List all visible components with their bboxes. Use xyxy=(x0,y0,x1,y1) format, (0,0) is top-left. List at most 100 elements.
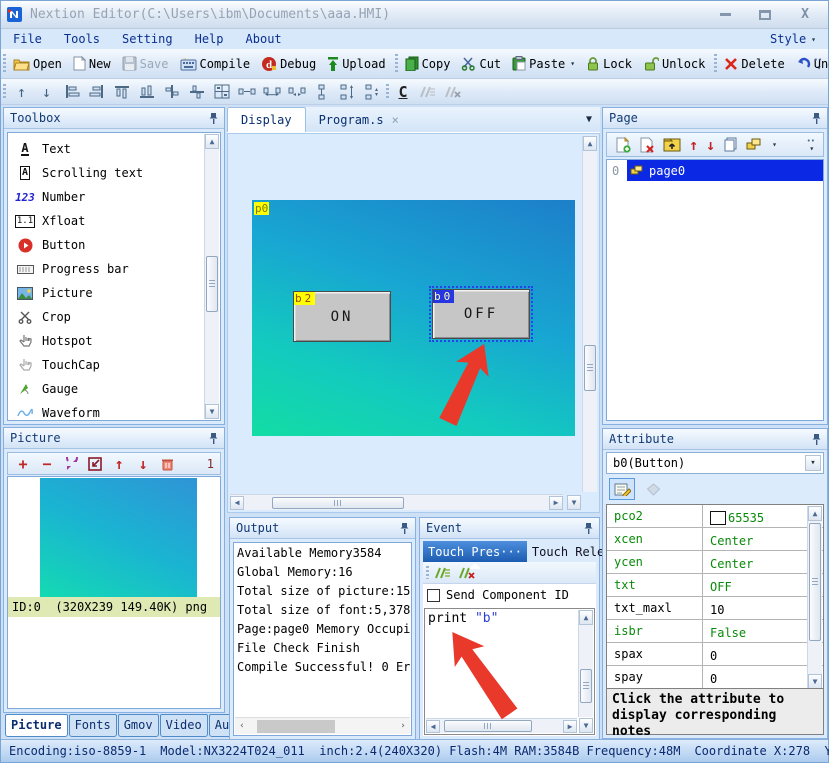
pin-icon[interactable] xyxy=(400,522,409,535)
import-page-button[interactable] xyxy=(663,137,681,152)
add-page-button[interactable] xyxy=(615,137,631,153)
scroll-down-icon[interactable]: ▼ xyxy=(567,495,581,510)
tab-video[interactable]: Video xyxy=(160,714,208,737)
pin-icon[interactable] xyxy=(584,522,593,535)
events-view-button[interactable] xyxy=(641,478,665,500)
unlock-button[interactable]: Unlock xyxy=(639,54,712,73)
debug-button[interactable]: d Debug xyxy=(257,54,323,74)
page-item-selected[interactable]: page0 xyxy=(627,160,823,181)
h-spacing-equal-button[interactable] xyxy=(234,81,259,103)
delete-page-button[interactable] xyxy=(639,137,655,153)
component-tools-button[interactable] xyxy=(746,138,762,151)
close-button[interactable]: X xyxy=(788,6,822,24)
canvas-hscrollbar[interactable]: ◀ ▶ xyxy=(230,494,563,510)
delete-button[interactable]: Delete xyxy=(720,55,791,73)
h-spacing-increase-button[interactable] xyxy=(259,81,284,103)
toolbox-item-gauge[interactable]: Gauge xyxy=(8,377,220,401)
toolbar-overflow-button[interactable]: ••▾ xyxy=(812,51,824,77)
h-spacing-decrease-button[interactable] xyxy=(284,81,309,103)
maximize-button[interactable] xyxy=(748,6,782,24)
toolbox-item-xfloat[interactable]: 1.1Xfloat xyxy=(8,209,220,233)
paste-caret-icon[interactable]: ▾ xyxy=(570,59,575,68)
page-toolbar-overflow[interactable]: ••▾ xyxy=(807,138,815,152)
refresh-picture-button[interactable] xyxy=(60,454,82,474)
scroll-down-icon[interactable]: ▼ xyxy=(205,404,219,419)
pin-icon[interactable] xyxy=(209,112,218,125)
scroll-left-icon[interactable]: ◀ xyxy=(426,720,440,733)
attr-row-spay[interactable]: spay0 xyxy=(607,666,823,689)
send-back-button[interactable]: ↓ xyxy=(34,81,59,103)
replace-picture-button[interactable] xyxy=(84,454,106,474)
scroll-thumb[interactable] xyxy=(444,720,532,732)
close-tab-icon[interactable]: × xyxy=(392,113,399,127)
center-vertical-button[interactable] xyxy=(184,81,209,103)
v-spacing-equal-button[interactable] xyxy=(309,81,334,103)
picture-thumbnail[interactable] xyxy=(40,478,197,597)
menu-about[interactable]: About xyxy=(246,32,294,46)
move-down-picture-button[interactable]: ↓ xyxy=(132,454,154,474)
c-syntax-button[interactable]: C xyxy=(392,81,414,103)
style-menu[interactable]: Style ▾ xyxy=(770,32,816,46)
v-spacing-decrease-button[interactable] xyxy=(359,81,384,103)
remove-picture-button[interactable]: − xyxy=(36,454,58,474)
delete-all-pictures-button[interactable] xyxy=(156,454,178,474)
new-button[interactable]: New xyxy=(69,54,118,73)
minimize-button[interactable] xyxy=(708,6,742,24)
output-hscrollbar[interactable]: ‹ › xyxy=(235,717,410,734)
scroll-up-icon[interactable]: ▲ xyxy=(808,506,822,521)
add-comment-button[interactable] xyxy=(414,81,439,103)
selector-caret-icon[interactable]: ▾ xyxy=(805,455,821,471)
menu-file[interactable]: File xyxy=(13,32,54,46)
scroll-right-icon[interactable]: › xyxy=(396,721,410,731)
copy-button[interactable]: Copy xyxy=(401,54,458,73)
move-page-up-button[interactable]: ↑ xyxy=(689,136,698,154)
compile-button[interactable]: Compile xyxy=(176,55,258,73)
scroll-left-icon[interactable]: ‹ xyxy=(235,721,249,731)
code-vscrollbar[interactable]: ▲ xyxy=(578,610,593,717)
upload-button[interactable]: Upload xyxy=(323,54,392,73)
toolbox-item-number[interactable]: 123Number xyxy=(8,185,220,209)
cut-button[interactable]: Cut xyxy=(457,54,508,73)
scroll-right-icon[interactable]: ▶ xyxy=(549,496,563,510)
copy-page-button[interactable] xyxy=(723,137,738,152)
event-code-editor[interactable]: print "b" ▲ ◀ ▶ ▼ xyxy=(424,608,595,735)
tab-picture[interactable]: Picture xyxy=(5,714,68,737)
save-button[interactable]: Save xyxy=(118,54,176,73)
scroll-down-icon[interactable]: ▼ xyxy=(808,674,822,689)
scroll-thumb[interactable] xyxy=(257,720,335,733)
align-bottom-button[interactable] xyxy=(134,81,159,103)
page-list-row[interactable]: 0 page0 xyxy=(607,160,823,181)
menu-help[interactable]: Help xyxy=(195,32,236,46)
scroll-up-icon[interactable]: ▲ xyxy=(205,134,219,149)
toolbox-item-hotspot[interactable]: Hotspot xyxy=(8,329,220,353)
pin-icon[interactable] xyxy=(812,433,821,446)
scroll-right-icon[interactable]: ▶ xyxy=(563,720,577,733)
move-page-down-button[interactable]: ↓ xyxy=(706,136,715,154)
properties-view-button[interactable] xyxy=(609,478,635,500)
attr-row-txt[interactable]: txtOFF xyxy=(607,574,823,597)
bring-front-button[interactable]: ↑ xyxy=(9,81,34,103)
same-size-button[interactable] xyxy=(209,81,234,103)
align-left-button[interactable] xyxy=(59,81,84,103)
scroll-up-icon[interactable]: ▲ xyxy=(579,610,593,625)
tab-display[interactable]: Display xyxy=(227,107,306,132)
component-caret-icon[interactable]: ▾ xyxy=(772,140,777,149)
v-spacing-increase-button[interactable] xyxy=(334,81,359,103)
toolbox-item-scrolling-text[interactable]: AScrolling text xyxy=(8,161,220,185)
attr-row-pco2[interactable]: pco265535 xyxy=(607,505,823,528)
code-hscrollbar[interactable]: ◀ ▶ xyxy=(426,718,577,733)
toolbox-scrollbar[interactable]: ▲ ▼ xyxy=(204,134,219,419)
canvas-button-on[interactable]: b2 ON xyxy=(293,291,391,342)
canvas-vscrollbar[interactable]: ▲ xyxy=(582,136,597,492)
scroll-left-icon[interactable]: ◀ xyxy=(230,496,244,510)
attr-row-ycen[interactable]: ycenCenter xyxy=(607,551,823,574)
center-horizontal-button[interactable] xyxy=(159,81,184,103)
pin-icon[interactable] xyxy=(209,432,218,445)
pin-icon[interactable] xyxy=(812,112,821,125)
toolbox-item-button[interactable]: Button xyxy=(8,233,220,257)
toolbox-item-waveform[interactable]: Waveform xyxy=(8,401,220,421)
scroll-thumb[interactable] xyxy=(584,345,596,391)
page-canvas[interactable]: p0 b2 ON b0 OFF xyxy=(252,200,575,436)
canvas-button-off-selected[interactable]: b0 OFF xyxy=(432,289,530,339)
align-top-button[interactable] xyxy=(109,81,134,103)
